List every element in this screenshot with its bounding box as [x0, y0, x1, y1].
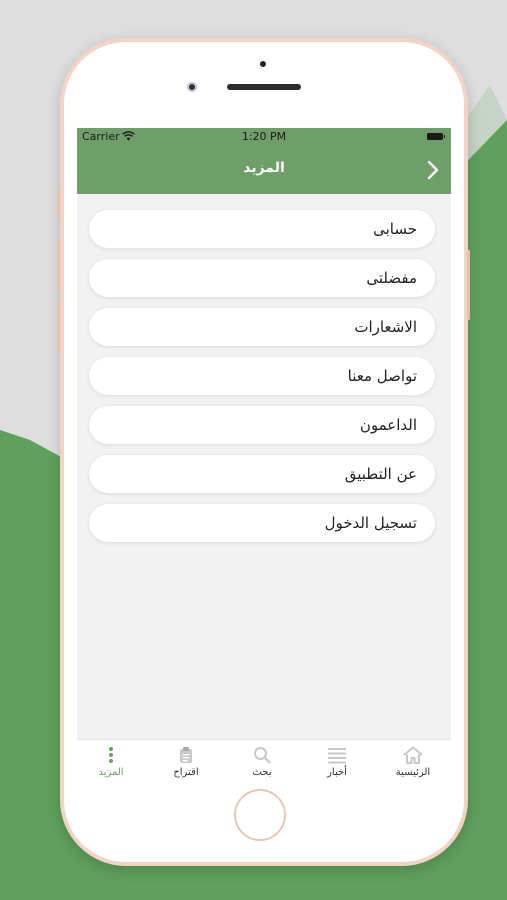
phone-volume-down-button — [57, 302, 60, 352]
tab-news[interactable]: أخبار — [307, 746, 367, 779]
menu-item-favorites[interactable]: مفضلتى — [89, 259, 435, 297]
tab-bar: المزيد اقتراح بحث أخبار الرئيسية — [77, 739, 451, 788]
earpiece-speaker — [227, 84, 301, 90]
home-button[interactable] — [234, 789, 286, 841]
clipboard-icon — [180, 747, 192, 763]
list-icon — [328, 748, 346, 764]
phone-volume-up-button — [57, 240, 60, 290]
search-icon — [254, 747, 271, 764]
tab-home[interactable]: الرئيسية — [383, 746, 443, 779]
tab-home-label: الرئيسية — [395, 767, 431, 778]
tab-search-label: بحث — [252, 767, 272, 778]
battery-icon — [427, 133, 445, 140]
more-vertical-icon — [109, 747, 113, 763]
more-menu-list: حسابى مفضلتى الاشعارات تواصل معنا الداعم… — [89, 210, 435, 553]
menu-item-my-account[interactable]: حسابى — [89, 210, 435, 248]
chevron-icon[interactable] — [427, 160, 439, 180]
nav-bar: المزيد — [77, 146, 451, 194]
menu-item-contact-us[interactable]: تواصل معنا — [89, 357, 435, 395]
menu-item-about-app[interactable]: عن التطبيق — [89, 455, 435, 493]
menu-item-login[interactable]: تسجيل الدخول — [89, 504, 435, 542]
tab-more[interactable]: المزيد — [81, 746, 141, 779]
front-camera — [187, 82, 197, 92]
phone-power-button — [467, 250, 470, 320]
menu-item-supporters[interactable]: الداعمون — [89, 406, 435, 444]
tab-search[interactable]: بحث — [232, 746, 292, 779]
status-bar: Carrier 1:20 PM — [77, 128, 451, 146]
phone-side-button — [57, 190, 60, 218]
page-title: المزيد — [243, 160, 285, 176]
tab-news-label: أخبار — [327, 767, 347, 778]
app-screen: Carrier 1:20 PM المزيد حسابى مفضلتى الاش… — [77, 128, 451, 788]
status-time: 1:20 PM — [241, 130, 287, 143]
tab-suggest[interactable]: اقتراح — [156, 746, 216, 779]
home-icon — [403, 746, 423, 764]
proximity-sensor — [260, 61, 266, 67]
tab-more-label: المزيد — [98, 767, 124, 778]
menu-item-notifications[interactable]: الاشعارات — [89, 308, 435, 346]
tab-suggest-label: اقتراح — [173, 767, 199, 778]
